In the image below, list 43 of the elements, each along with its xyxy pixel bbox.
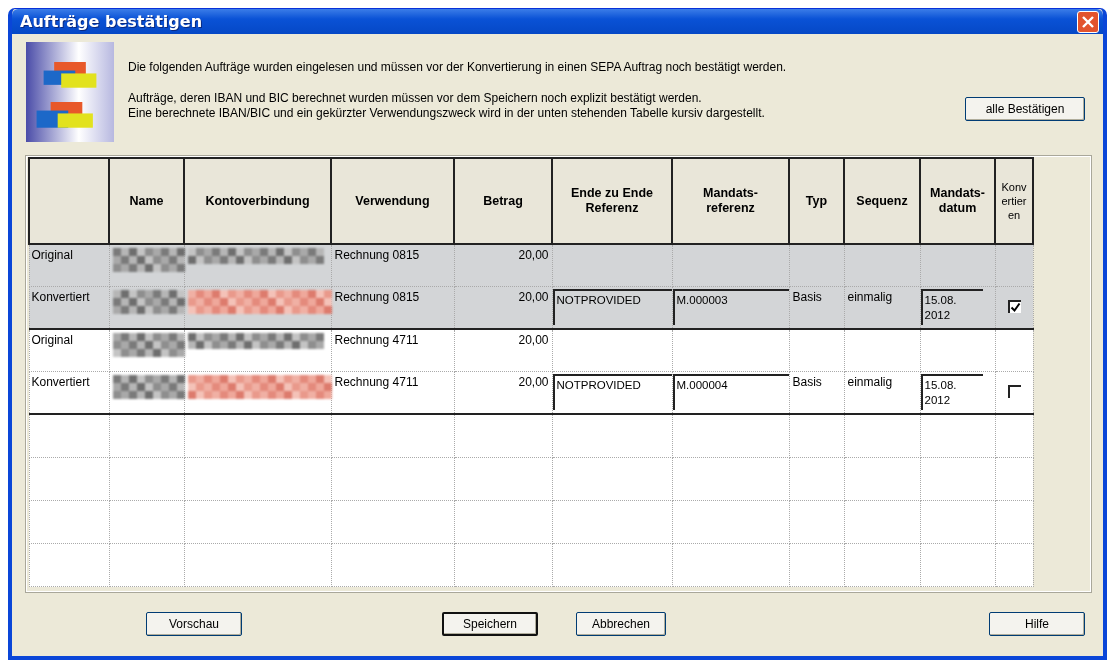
- window-title: Aufträge bestätigen: [20, 12, 203, 31]
- table-cell: 20,00: [518, 333, 549, 347]
- column-header: Verwendung: [355, 193, 430, 208]
- table-cell: einmalig: [847, 290, 893, 304]
- column-header: Mandats-referenz: [702, 186, 759, 216]
- table-cell: Original: [31, 333, 73, 347]
- confirm-all-button[interactable]: alle Bestätigen: [965, 97, 1085, 121]
- table-row[interactable]: Original Rechnung 4711 20,00: [29, 329, 1033, 372]
- dialog-button[interactable]: Speichern: [442, 612, 538, 636]
- column-header: Betrag: [483, 193, 523, 208]
- table-cell: Original: [31, 248, 73, 262]
- table-cell: Konvertiert: [31, 290, 90, 304]
- dialog-button[interactable]: Hilfe: [989, 612, 1085, 636]
- table-cell: Basis: [792, 375, 822, 389]
- table-cell: einmalig: [847, 375, 893, 389]
- column-header: Konvertieren: [1000, 180, 1028, 222]
- intro-text: Eine berechnete IBAN/BIC und ein gekürzter Verwendungszweck wird in der unten stehenden Tabelle kursiv dargestellt.: [128, 106, 765, 121]
- table-row[interactable]: Original Rechnung 0815 20,00: [29, 244, 1033, 287]
- close-button[interactable]: [1077, 10, 1099, 33]
- column-header: Typ: [805, 193, 828, 208]
- dialog-button[interactable]: Vorschau: [146, 612, 242, 636]
- column-header: Name: [129, 193, 164, 208]
- table-cell: Konvertiert: [31, 375, 90, 389]
- table-cell: 20,00: [518, 375, 549, 389]
- table-cell: 20,00: [518, 290, 549, 304]
- intro-text: Die folgenden Aufträge wurden eingelesen und müssen vor der Konvertierung in einen SEPA Auftrag noch bestätigt werden.: [128, 60, 788, 75]
- table-row[interactable]: Konvertiert Rechnung 0815 20,00 NOTPROVIDED M.000003 Basis einmalig 15.08. 2012: [29, 286, 1033, 329]
- table-row[interactable]: Konvertiert Rechnung 4711 20,00 NOTPROVIDED M.000004 Basis einmalig 15.08. 2012: [29, 371, 1033, 414]
- dialog-button[interactable]: Abbrechen: [576, 612, 666, 636]
- table-cell: Rechnung 0815: [334, 248, 420, 262]
- checkbox[interactable]: [1007, 299, 1021, 313]
- column-header: Sequenz: [856, 193, 908, 208]
- table-cell: Basis: [792, 290, 822, 304]
- table-cell: 20,00: [518, 248, 549, 262]
- column-header: Mandats-datum: [930, 186, 985, 215]
- table-cell: Rechnung 4711: [334, 375, 419, 389]
- column-header: Ende zu Ende Referenz: [571, 186, 653, 215]
- table-cell: Rechnung 0815: [334, 290, 420, 304]
- intro-text: Aufträge, deren IBAN und BIC berechnet wurden müssen vor dem Speichern noch explizit bestätigt werden.: [128, 91, 703, 106]
- column-header: Kontoverbindung: [205, 193, 310, 208]
- table-cell: Rechnung 4711: [334, 333, 419, 347]
- forms-icon: [26, 42, 114, 142]
- close-icon: [1081, 14, 1095, 29]
